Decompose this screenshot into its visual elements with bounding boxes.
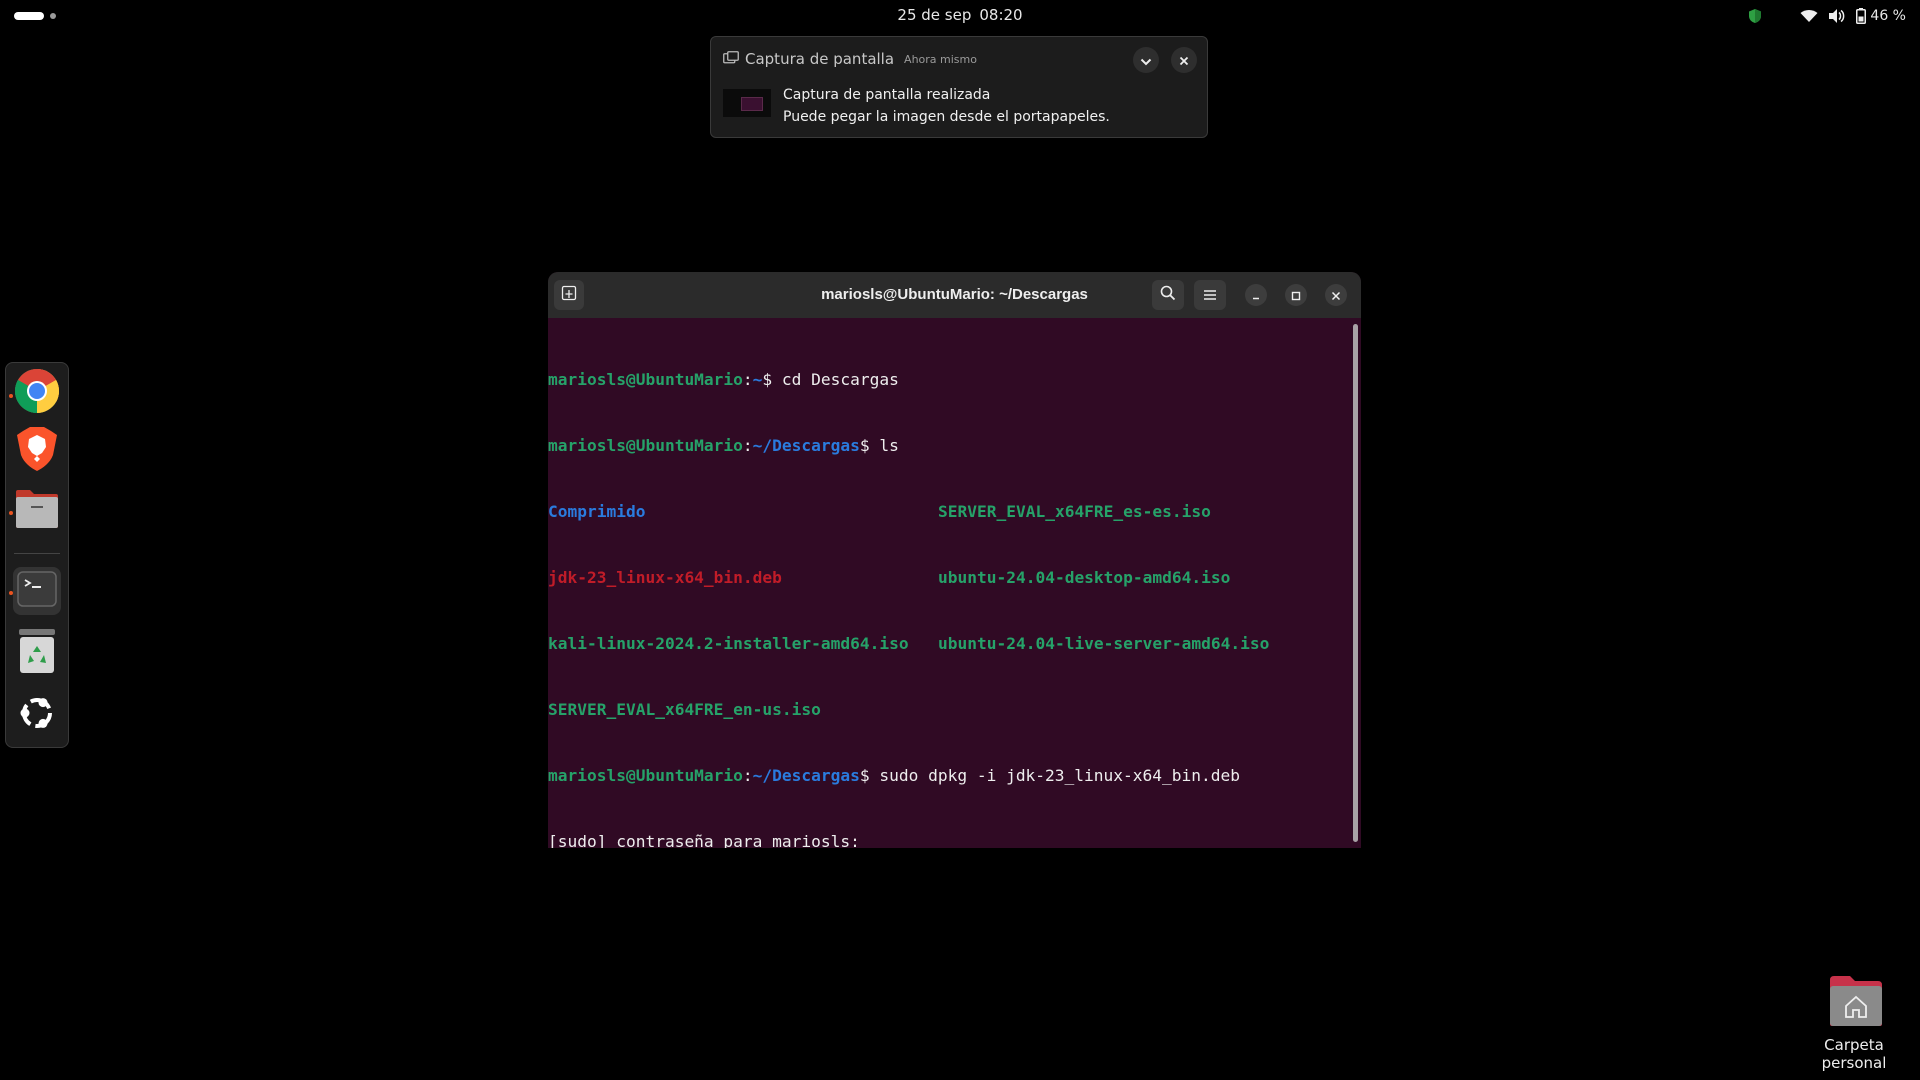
prompt-separator: : xyxy=(742,436,753,455)
terminal-icon xyxy=(17,571,57,611)
ls-entry-iso: SERVER_EVAL_x64FRE_en-us.iso xyxy=(548,700,821,719)
minimize-icon xyxy=(1251,286,1261,305)
terminal-output[interactable]: mariosls@UbuntuMario:~$ cd Descargas mar… xyxy=(548,318,1348,848)
prompt-symbol: $ xyxy=(762,370,782,389)
command-text: cd Descargas xyxy=(781,370,899,389)
maximize-button[interactable] xyxy=(1285,284,1307,306)
notification-app-name: Captura de pantalla xyxy=(745,50,895,68)
ls-output-row: jdk-23_linux-x64_bin.deb ubuntu-24.04-des… xyxy=(548,567,1348,589)
dock-item-terminal[interactable] xyxy=(13,567,61,615)
notification-title: Captura de pantalla realizada xyxy=(783,87,991,103)
volume-icon[interactable] xyxy=(1828,8,1846,24)
ls-entry-iso: kali-linux-2024.2-installer-amd64.iso xyxy=(548,634,909,653)
ls-entry-directory: Comprimido xyxy=(548,502,646,521)
ls-output-row: Comprimido SERVER_EVAL_x64FRE_es-es.iso xyxy=(548,501,1348,523)
desktop-home-label: Carpeta personal xyxy=(1821,1036,1887,1072)
terminal-window[interactable]: mariosls@UbuntuMario: ~/Descargas marios… xyxy=(548,272,1361,848)
desktop-home-folder[interactable]: Carpeta personal xyxy=(1790,972,1918,1072)
wifi-icon[interactable] xyxy=(1800,9,1818,23)
prompt-symbol: $ xyxy=(859,766,880,785)
terminal-line: mariosls@UbuntuMario:~/Descargas$ ls xyxy=(548,435,1348,457)
search-icon xyxy=(1160,285,1176,305)
screenshot-notification[interactable]: Captura de pantalla Ahora mismo Captura … xyxy=(710,36,1208,138)
terminal-header-bar[interactable]: mariosls@UbuntuMario: ~/Descargas xyxy=(548,272,1361,318)
ls-output-row: kali-linux-2024.2-installer-amd64.iso ubu… xyxy=(548,633,1348,655)
notification-header: Captura de pantalla Ahora mismo xyxy=(723,49,977,69)
dock-item-files[interactable] xyxy=(13,487,61,535)
terminal-title: mariosls@UbuntuMario: ~/Descargas xyxy=(821,286,1088,303)
dock-item-brave[interactable] xyxy=(13,427,61,475)
new-tab-icon xyxy=(561,285,577,305)
dock-item-trash[interactable] xyxy=(13,629,61,677)
chevron-down-icon xyxy=(1140,51,1152,70)
dock-item-chrome[interactable] xyxy=(13,369,61,417)
battery-percentage: 46 % xyxy=(1870,8,1906,24)
prompt-user: mariosls@UbuntuMario xyxy=(548,766,743,785)
trash-icon xyxy=(18,628,56,678)
clock-time: 08:20 xyxy=(979,6,1023,24)
prompt-user: mariosls@UbuntuMario xyxy=(548,370,743,389)
ls-entry-iso: SERVER_EVAL_x64FRE_es-es.iso xyxy=(938,502,1211,521)
ls-entry-iso: ubuntu-24.04-live-server-amd64.iso xyxy=(938,634,1270,653)
battery-icon[interactable]: 46 % xyxy=(1856,8,1906,24)
menu-button[interactable] xyxy=(1194,280,1226,310)
command-text: sudo dpkg -i jdk-23_linux-x64_bin.deb xyxy=(879,766,1240,785)
terminal-line: mariosls@UbuntuMario:~$ cd Descargas xyxy=(548,369,1348,391)
system-tray[interactable]: 46 % xyxy=(1748,0,1906,32)
minimize-button[interactable] xyxy=(1245,284,1267,306)
shield-icon[interactable] xyxy=(1748,8,1762,24)
terminal-line: [sudo] contraseña para mariosls: xyxy=(548,831,1348,848)
dock-separator xyxy=(14,553,60,554)
prompt-user: mariosls@UbuntuMario xyxy=(548,436,743,455)
screenshot-app-icon xyxy=(723,50,739,69)
dock-item-show-apps[interactable] xyxy=(13,691,61,739)
ls-entry-iso: ubuntu-24.04-desktop-amd64.iso xyxy=(938,568,1231,587)
sudo-password-prompt: [sudo] contraseña para mariosls: xyxy=(548,832,860,848)
top-bar: 25 de sep 08:20 46 % xyxy=(0,0,1920,32)
terminal-line: mariosls@UbuntuMario:~/Descargas$ sudo d… xyxy=(548,765,1348,787)
close-icon xyxy=(1179,51,1189,70)
close-icon xyxy=(1331,286,1341,305)
maximize-icon xyxy=(1291,286,1301,305)
brave-icon xyxy=(15,425,59,477)
prompt-separator: : xyxy=(742,370,753,389)
terminal-scrollbar[interactable] xyxy=(1353,324,1358,842)
screenshot-thumbnail xyxy=(723,89,771,117)
ls-output-row: SERVER_EVAL_x64FRE_en-us.iso xyxy=(548,699,1348,721)
close-notification-button[interactable] xyxy=(1171,47,1197,73)
command-text: ls xyxy=(879,436,899,455)
files-icon xyxy=(14,488,60,534)
hamburger-menu-icon xyxy=(1203,286,1217,305)
ls-entry-deb: jdk-23_linux-x64_bin.deb xyxy=(548,568,782,587)
chrome-icon xyxy=(13,367,61,419)
close-window-button[interactable] xyxy=(1325,284,1347,306)
ubuntu-apps-icon xyxy=(17,693,57,737)
home-folder-icon xyxy=(1828,974,1884,1028)
prompt-path: ~/Descargas xyxy=(752,766,860,785)
clock-date: 25 de sep xyxy=(897,6,972,24)
prompt-separator: : xyxy=(742,766,753,785)
prompt-symbol: $ xyxy=(859,436,880,455)
notification-body: Puede pegar la imagen desde el portapape… xyxy=(783,109,1110,125)
expand-notification-button[interactable] xyxy=(1133,47,1159,73)
prompt-path: ~/Descargas xyxy=(752,436,860,455)
prompt-path: ~ xyxy=(752,370,763,389)
notification-time: Ahora mismo xyxy=(904,52,977,66)
search-button[interactable] xyxy=(1152,280,1184,310)
clock[interactable]: 25 de sep 08:20 xyxy=(0,0,1920,32)
new-tab-button[interactable] xyxy=(554,280,584,310)
dock xyxy=(5,362,69,748)
